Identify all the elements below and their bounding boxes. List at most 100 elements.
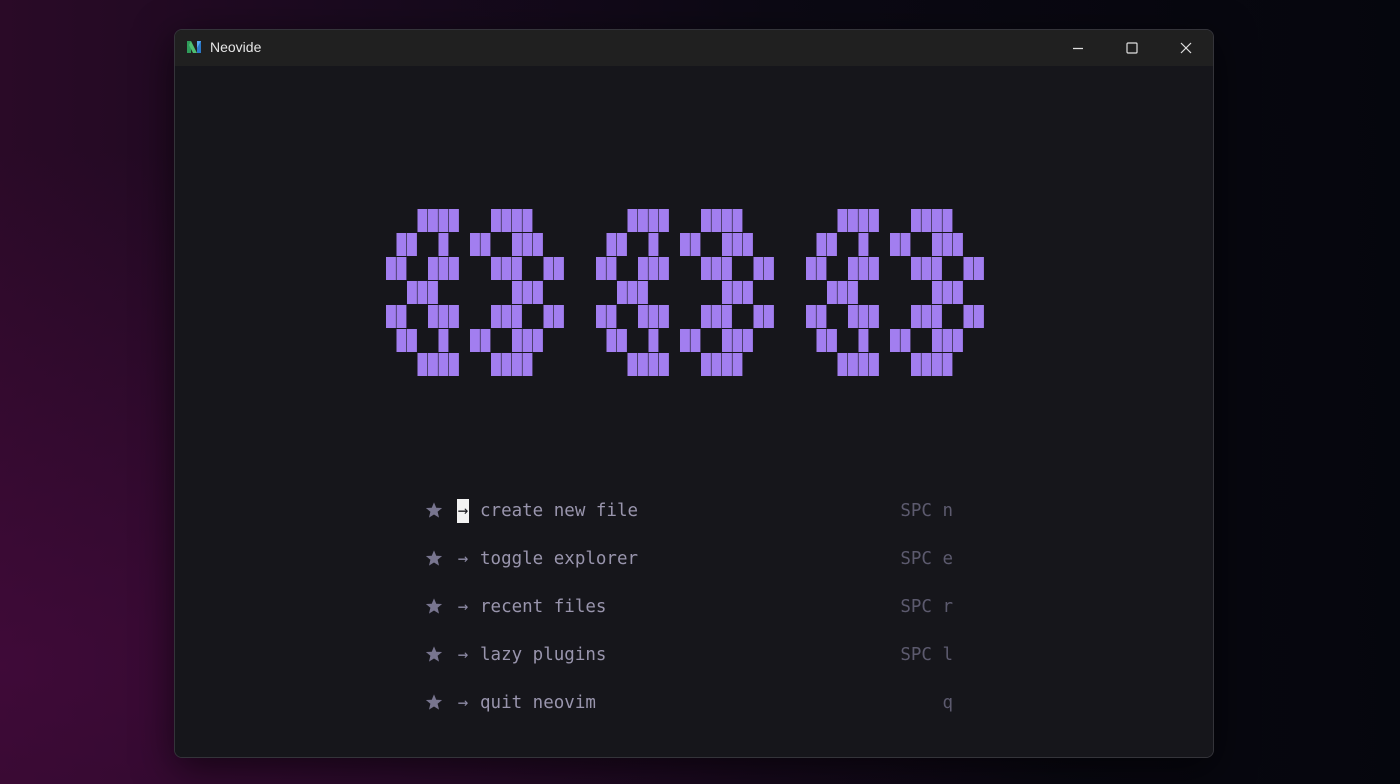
minimize-icon (1073, 47, 1083, 50)
logo-pixel (648, 257, 659, 280)
arrow-icon: → (457, 549, 469, 569)
logo-pixel (659, 209, 669, 232)
star-icon (425, 550, 443, 566)
logo-pixel (932, 353, 942, 376)
logo-pixel (932, 305, 942, 328)
logo-pixel (753, 305, 764, 328)
logo-pixel (480, 329, 491, 352)
logo-pixel (680, 329, 690, 352)
logo-pixel (942, 281, 953, 304)
logo-pixel (470, 233, 480, 256)
logo-pixel (491, 353, 501, 376)
logo-pixel (858, 209, 869, 232)
menu-item-lazy-plugins[interactable]: → lazy plugins SPC l (425, 643, 955, 671)
logo-pixel (743, 233, 753, 256)
menu-item-recent-files[interactable]: → recent files SPC r (425, 595, 955, 623)
logo-pixel (732, 209, 743, 232)
logo-pixel (449, 353, 459, 376)
menu-item-create-new-file[interactable]: → create new file SPC n (425, 499, 955, 527)
logo-pixel (648, 233, 659, 256)
logo-pixel (816, 305, 827, 328)
logo-pixel (963, 305, 974, 328)
close-icon (1180, 42, 1192, 54)
logo-pixel (522, 281, 533, 304)
logo-pixel (480, 233, 491, 256)
logo-pixel (512, 353, 522, 376)
logo-pixel (522, 353, 533, 376)
logo-pixel (533, 329, 543, 352)
logo-pixel (417, 353, 428, 376)
logo-pixel (627, 209, 638, 232)
logo-pixel (522, 329, 533, 352)
logo-pixel (491, 257, 501, 280)
logo-pixel (732, 353, 743, 376)
logo-pixel (491, 209, 501, 232)
logo-pixel (386, 257, 396, 280)
logo-pixel (617, 281, 627, 304)
window-title: Neovide (210, 39, 262, 55)
logo-pixel (858, 329, 869, 352)
logo-pixel (659, 353, 669, 376)
logo-pixel (449, 305, 459, 328)
logo-pixel (522, 233, 533, 256)
logo-pixel (428, 281, 438, 304)
logo-pixel (396, 233, 407, 256)
shortcut-key: q (942, 693, 953, 713)
logo-pixel (932, 329, 942, 352)
shortcut-key: SPC n (900, 501, 953, 521)
minimize-button[interactable] (1051, 30, 1105, 66)
star-icon (425, 598, 443, 614)
logo-pixel (974, 305, 984, 328)
logo-pixel (764, 257, 774, 280)
logo-pixel (501, 305, 512, 328)
arrow-icon: → (457, 597, 469, 617)
arrow-icon: → (457, 693, 469, 713)
logo-pixel (512, 209, 522, 232)
logo-pixel (690, 233, 701, 256)
logo-pixel (837, 209, 848, 232)
logo-pixel (396, 329, 407, 352)
logo-pixel (543, 305, 554, 328)
logo-pixel (470, 329, 480, 352)
star-icon (425, 646, 443, 662)
logo-pixel (428, 353, 438, 376)
logo-pixel (722, 353, 732, 376)
logo-pixel (438, 233, 449, 256)
logo-pixel (921, 257, 932, 280)
logo-pixel (900, 233, 911, 256)
logo-pixel (554, 257, 564, 280)
logo-pixel (606, 257, 617, 280)
logo-pixel (617, 329, 627, 352)
close-button[interactable] (1159, 30, 1213, 66)
logo-pixel (858, 257, 869, 280)
title-bar[interactable]: Neovide (175, 30, 1213, 66)
menu-item-toggle-explorer[interactable]: → toggle explorer SPC e (425, 547, 955, 575)
editor-area[interactable]: → create new file SPC n → toggle explore… (175, 66, 1213, 757)
logo-pixel (942, 209, 953, 232)
logo-pixel (921, 305, 932, 328)
logo-pixel (648, 329, 659, 352)
logo-pixel (606, 305, 617, 328)
maximize-button[interactable] (1105, 30, 1159, 66)
logo-pixel (533, 281, 543, 304)
logo-pixel (491, 305, 501, 328)
logo-pixel (869, 305, 879, 328)
logo-pixel (732, 281, 743, 304)
logo-pixel (827, 281, 837, 304)
logo-pixel (711, 257, 722, 280)
logo-pixel (606, 233, 617, 256)
logo-pixel (858, 353, 869, 376)
logo-pixel (837, 353, 848, 376)
logo-pixel (501, 353, 512, 376)
logo-pixel (816, 257, 827, 280)
logo-pixel (932, 281, 942, 304)
logo-pixel (974, 257, 984, 280)
arrow-icon: → (457, 645, 469, 665)
logo-pixel (386, 305, 396, 328)
logo-pixel (690, 329, 701, 352)
logo-pixel (963, 257, 974, 280)
logo-pixel (911, 257, 921, 280)
logo-pixel (501, 209, 512, 232)
logo-pixel (701, 353, 711, 376)
menu-item-quit-neovim[interactable]: → quit neovim q (425, 691, 955, 719)
